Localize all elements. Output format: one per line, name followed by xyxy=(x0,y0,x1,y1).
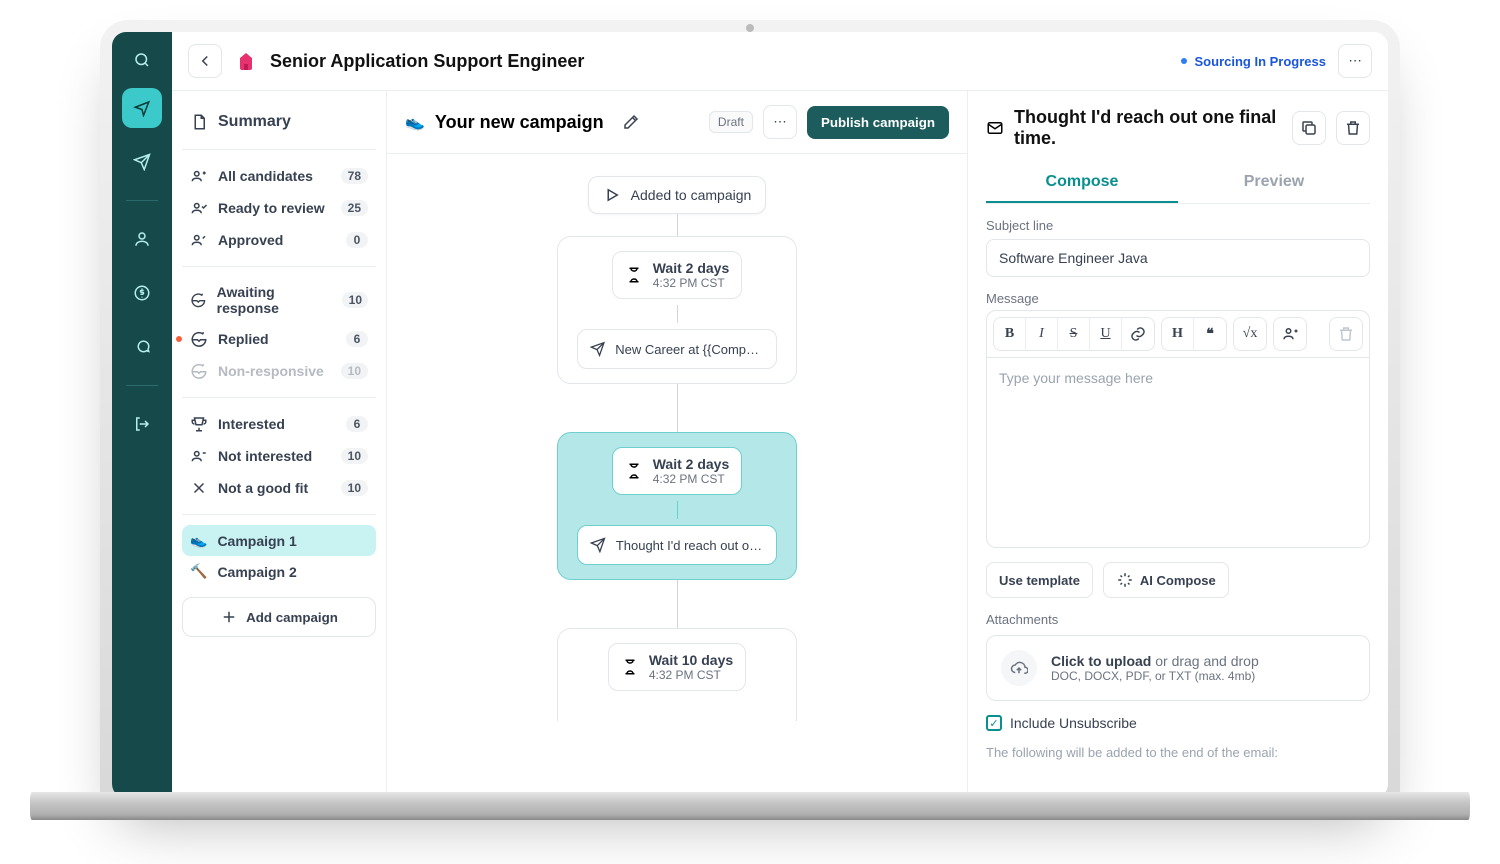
page-title: Senior Application Support Engineer xyxy=(270,51,584,72)
message-editor-panel: Thought I'd reach out one final time. Co… xyxy=(968,91,1388,798)
cloud-upload-icon xyxy=(1001,650,1037,686)
message-textarea[interactable]: Type your message here xyxy=(986,358,1370,548)
nav-billing[interactable] xyxy=(122,273,162,313)
left-sidebar: Summary All candidates78 Ready to review… xyxy=(172,91,387,798)
ai-compose-button[interactable]: AI Compose xyxy=(1103,562,1229,598)
clear-button[interactable] xyxy=(1330,318,1362,350)
subject-input[interactable] xyxy=(986,239,1370,277)
sidebar-not-a-good-fit[interactable]: Not a good fit10 xyxy=(182,472,376,504)
edit-title-button[interactable] xyxy=(614,105,648,139)
message-label: Message xyxy=(986,291,1370,306)
nav-send[interactable] xyxy=(122,142,162,182)
sidebar-summary[interactable]: Summary xyxy=(182,109,376,135)
wait-node: Wait 2 days4:32 PM CST xyxy=(612,251,743,299)
running-shoe-icon: 👟 xyxy=(405,112,425,132)
sidebar-non-responsive[interactable]: Non-responsive10 xyxy=(182,355,376,387)
unsubscribe-note: The following will be added to the end o… xyxy=(986,745,1370,760)
topbar: Senior Application Support Engineer Sour… xyxy=(172,32,1388,91)
running-shoe-icon: 👟 xyxy=(190,532,207,549)
sidebar-awaiting-response[interactable]: Awaiting response10 xyxy=(182,277,376,323)
sidebar-ready-to-review[interactable]: Ready to review25 xyxy=(182,192,376,224)
message-node: Thought I'd reach out one fi... xyxy=(577,525,777,565)
insert-person-button[interactable] xyxy=(1274,318,1306,350)
campaign-stage-1[interactable]: Wait 2 days4:32 PM CST New Career at {{C… xyxy=(557,236,797,384)
back-button[interactable] xyxy=(188,44,222,78)
nav-profile[interactable] xyxy=(122,219,162,259)
sidebar-approved[interactable]: Approved0 xyxy=(182,224,376,256)
sidebar-interested[interactable]: Interested6 xyxy=(182,408,376,440)
job-icon xyxy=(234,49,258,73)
nav-rail xyxy=(112,32,172,798)
checkbox-checked-icon: ✓ xyxy=(986,715,1002,731)
publish-campaign-button[interactable]: Publish campaign xyxy=(807,106,949,139)
nav-campaigns[interactable] xyxy=(122,88,162,128)
sidebar-replied[interactable]: Replied6 xyxy=(182,323,376,355)
message-node: New Career at {{Company N... xyxy=(577,329,777,369)
bold-button[interactable]: B xyxy=(994,318,1026,350)
include-unsubscribe-checkbox[interactable]: ✓ Include Unsubscribe xyxy=(986,715,1370,731)
envelope-icon xyxy=(986,119,1004,137)
topbar-more-button[interactable]: ⋯ xyxy=(1338,44,1372,78)
sidebar-campaign-1[interactable]: 👟Campaign 1 xyxy=(182,525,376,556)
campaign-stage-3[interactable]: Wait 10 days4:32 PM CST xyxy=(557,628,797,721)
heading-button[interactable]: H xyxy=(1162,318,1194,350)
tab-compose[interactable]: Compose xyxy=(986,163,1178,203)
link-button[interactable] xyxy=(1122,318,1154,350)
hammer-icon: 🔨 xyxy=(190,563,207,580)
canvas-more-button[interactable]: ⋯ xyxy=(763,105,797,139)
nav-chat[interactable] xyxy=(122,327,162,367)
attachments-label: Attachments xyxy=(986,612,1370,627)
add-campaign-button[interactable]: Add campaign xyxy=(182,597,376,637)
quote-button[interactable]: ❝ xyxy=(1194,318,1226,350)
file-upload-dropzone[interactable]: Click to upload or drag and drop DOC, DO… xyxy=(986,635,1370,701)
tab-preview[interactable]: Preview xyxy=(1178,163,1370,203)
sidebar-all-candidates[interactable]: All candidates78 xyxy=(182,160,376,192)
underline-button[interactable]: U xyxy=(1090,318,1122,350)
draft-badge: Draft xyxy=(709,111,753,133)
subject-label: Subject line xyxy=(986,218,1370,233)
strike-button[interactable]: S xyxy=(1058,318,1090,350)
campaign-canvas-panel: 👟 Your new campaign Draft ⋯ Publish camp… xyxy=(387,91,968,798)
campaign-start-node[interactable]: Added to campaign xyxy=(588,176,767,214)
rich-text-toolbar: B I S U H ❝ √x xyxy=(993,317,1363,351)
copy-button[interactable] xyxy=(1292,111,1326,145)
formula-button[interactable]: √x xyxy=(1234,318,1266,350)
delete-button[interactable] xyxy=(1336,111,1370,145)
use-template-button[interactable]: Use template xyxy=(986,562,1093,598)
sidebar-not-interested[interactable]: Not interested10 xyxy=(182,440,376,472)
wait-node: Wait 10 days4:32 PM CST xyxy=(608,643,746,691)
app-logo xyxy=(128,46,156,74)
status-pill: Sourcing In Progress xyxy=(1181,54,1326,69)
campaign-stage-2-selected[interactable]: Wait 2 days4:32 PM CST Thought I'd reach… xyxy=(557,432,797,580)
italic-button[interactable]: I xyxy=(1026,318,1058,350)
nav-logout[interactable] xyxy=(122,404,162,444)
editor-tabs: Compose Preview xyxy=(986,163,1370,204)
campaign-title: Your new campaign xyxy=(435,112,604,133)
wait-node: Wait 2 days4:32 PM CST xyxy=(612,447,743,495)
editor-title: Thought I'd reach out one final time. xyxy=(1014,107,1282,149)
sidebar-campaign-2[interactable]: 🔨Campaign 2 xyxy=(182,556,376,587)
